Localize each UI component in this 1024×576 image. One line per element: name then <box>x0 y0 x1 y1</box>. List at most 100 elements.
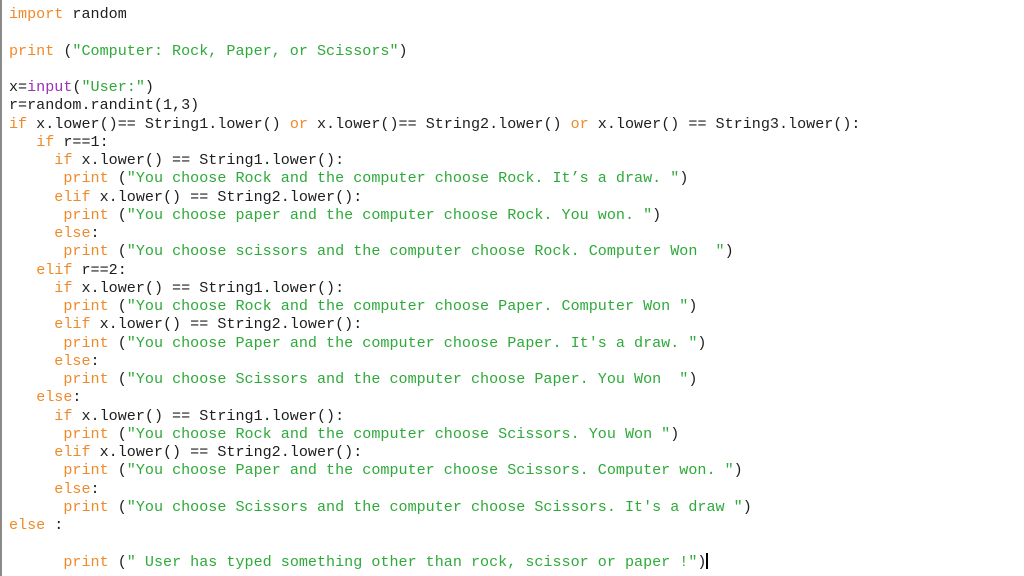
code-line[interactable]: import random <box>9 5 860 23</box>
keyword-token: if <box>9 114 28 133</box>
code-token: ) <box>398 41 408 60</box>
code-line[interactable]: else: <box>9 480 860 498</box>
keyword-token: else <box>54 224 91 242</box>
code-line[interactable]: x=input("User:") <box>9 78 860 96</box>
keyword-token: elif <box>36 260 73 279</box>
keyword-token: print <box>63 333 109 352</box>
code-token: ( <box>108 497 127 516</box>
code-token: ) <box>688 370 698 388</box>
code-line[interactable]: if x.lower()== String1.lower() or x.lowe… <box>9 115 860 133</box>
string-token: "You choose scissors and the computer ch… <box>126 242 725 261</box>
keyword-token: print <box>63 552 109 571</box>
code-token: x.lower() == String1.lower(): <box>72 406 345 425</box>
code-token: ( <box>108 424 127 443</box>
keyword-token: if <box>54 406 73 425</box>
string-token: "You choose Scissors and the computer ch… <box>126 370 689 388</box>
string-token: "Computer: Rock, Paper, or Scissors" <box>72 41 399 60</box>
code-line[interactable]: if x.lower() == String1.lower(): <box>9 151 860 169</box>
code-line[interactable]: print ("You choose Rock and the computer… <box>9 169 860 187</box>
code-line[interactable]: elif r==2: <box>9 261 860 279</box>
code-line[interactable]: else: <box>9 352 860 370</box>
string-token: "You choose Rock and the computer choose… <box>126 297 689 315</box>
keyword-token: else <box>54 479 91 498</box>
code-token: r=random.randint(1,3) <box>9 96 200 115</box>
code-line[interactable]: print ("You choose Paper and the compute… <box>9 334 860 352</box>
code-line[interactable] <box>9 60 860 78</box>
keyword-token: else <box>54 351 91 370</box>
code-token: ) <box>652 205 662 224</box>
keyword-token: else <box>9 516 46 534</box>
code-token: x.lower()== String2.lower() <box>307 114 571 133</box>
code-line[interactable]: else: <box>9 388 860 406</box>
code-line[interactable]: print (" User has typed something other … <box>9 552 860 571</box>
code-token: x.lower() == String1.lower(): <box>72 278 345 297</box>
code-token: : <box>72 388 82 407</box>
code-editor[interactable]: import random print ("Computer: Rock, Pa… <box>0 0 1024 576</box>
string-token: "You choose Paper and the computer choos… <box>126 333 698 352</box>
code-line[interactable]: if r==1: <box>9 133 860 151</box>
code-token: ) <box>697 552 707 571</box>
code-token: ( <box>108 242 127 261</box>
code-line[interactable]: elif x.lower() == String2.lower(): <box>9 188 860 206</box>
code-token: ) <box>144 78 154 96</box>
code-line[interactable]: print ("You choose scissors and the comp… <box>9 242 860 260</box>
code-line[interactable]: print ("You choose Scissors and the comp… <box>9 498 860 516</box>
code-token: ) <box>724 242 734 261</box>
code-line[interactable]: print ("You choose Paper and the compute… <box>9 461 860 479</box>
keyword-token: elif <box>54 443 91 461</box>
string-token: "You choose paper and the computer choos… <box>126 205 653 224</box>
code-line[interactable]: print ("Computer: Rock, Paper, or Scisso… <box>9 42 860 60</box>
code-line[interactable] <box>9 534 860 552</box>
code-token: r==2: <box>72 260 127 279</box>
builtin-token: input <box>27 78 73 96</box>
code-token: ) <box>679 169 689 188</box>
code-line[interactable]: else: <box>9 224 860 242</box>
code-line[interactable] <box>9 23 860 41</box>
keyword-token: or <box>570 114 589 133</box>
code-line[interactable]: print ("You choose paper and the compute… <box>9 206 860 224</box>
keyword-token: print <box>63 497 109 516</box>
code-token: random <box>63 5 127 23</box>
code-area[interactable]: import random print ("Computer: Rock, Pa… <box>9 5 860 571</box>
code-token: ( <box>108 333 127 352</box>
code-token: x.lower() == String3.lower(): <box>588 114 861 133</box>
keyword-token: print <box>63 461 109 480</box>
keyword-token: or <box>289 114 308 133</box>
code-line[interactable]: elif x.lower() == String2.lower(): <box>9 315 860 333</box>
string-token: "You choose Scissors and the computer ch… <box>126 497 743 516</box>
code-line[interactable]: else : <box>9 516 860 534</box>
code-token: : <box>90 351 100 370</box>
keyword-token: else <box>36 388 73 407</box>
keyword-token: elif <box>54 187 91 206</box>
code-line[interactable]: print ("You choose Rock and the computer… <box>9 425 860 443</box>
code-line[interactable]: elif x.lower() == String2.lower(): <box>9 443 860 461</box>
code-token: : <box>45 516 64 534</box>
code-token: : <box>90 479 100 498</box>
keyword-token: if <box>54 151 73 169</box>
code-line[interactable]: r=random.randint(1,3) <box>9 96 860 114</box>
code-line[interactable]: print ("You choose Rock and the computer… <box>9 297 860 315</box>
code-token: ( <box>108 552 127 571</box>
code-line[interactable]: print ("You choose Scissors and the comp… <box>9 370 860 388</box>
code-token: ( <box>108 370 127 388</box>
code-token: r==1: <box>54 132 109 151</box>
string-token: "You choose Rock and the computer choose… <box>126 424 671 443</box>
keyword-token: print <box>63 370 109 388</box>
code-token: : <box>90 224 100 242</box>
code-line[interactable]: if x.lower() == String1.lower(): <box>9 279 860 297</box>
keyword-token: import <box>9 5 64 23</box>
code-token: ( <box>108 169 127 188</box>
code-line[interactable]: if x.lower() == String1.lower(): <box>9 407 860 425</box>
